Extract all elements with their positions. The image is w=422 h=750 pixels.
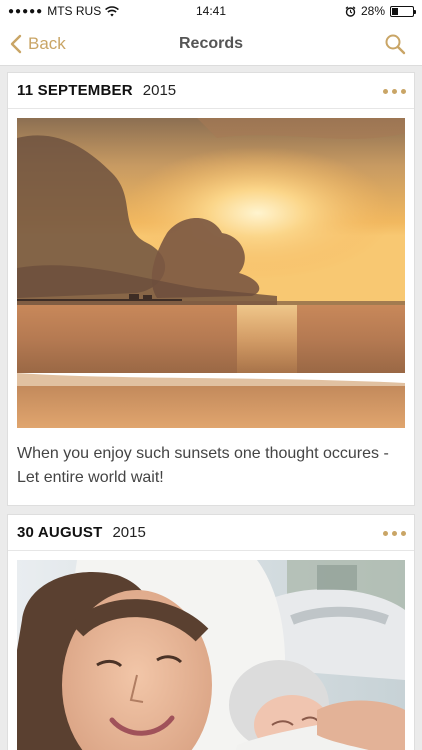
carrier-name: MTS RUS bbox=[47, 4, 102, 18]
dot-icon bbox=[383, 530, 388, 536]
search-icon[interactable] bbox=[384, 33, 406, 55]
battery-fill bbox=[392, 7, 398, 15]
page-title: Records bbox=[178, 34, 244, 52]
status-right: 28% bbox=[345, 4, 416, 18]
mother-newborn-image-graphic bbox=[17, 560, 405, 750]
chevron-left-icon bbox=[10, 34, 22, 54]
dot-icon bbox=[401, 530, 406, 536]
records-feed[interactable]: 11 SEPTEMBER 2015 When you enjoy such su… bbox=[0, 66, 422, 750]
mother-newborn-photo[interactable] bbox=[17, 560, 405, 750]
dot-icon bbox=[392, 88, 397, 94]
back-label: Back bbox=[28, 34, 66, 53]
nav-bar: Back Records bbox=[0, 22, 422, 66]
dot-icon bbox=[383, 88, 388, 94]
record-card[interactable]: 11 SEPTEMBER 2015 When you enjoy such su… bbox=[7, 72, 415, 506]
battery-icon bbox=[390, 5, 416, 17]
record-day: 30 AUGUST bbox=[17, 524, 103, 541]
dot-icon bbox=[392, 530, 397, 536]
more-options-button[interactable] bbox=[383, 85, 406, 97]
signal-dots-icon: ●●●●● bbox=[8, 5, 44, 17]
status-left: ●●●●● MTS RUS bbox=[8, 4, 120, 18]
record-text: When you enjoy such sunsets one thought … bbox=[17, 445, 389, 486]
alarm-icon bbox=[345, 5, 356, 17]
sunset-beach-photo[interactable] bbox=[17, 118, 405, 428]
sunset-image-graphic bbox=[17, 118, 405, 428]
battery-percent: 28% bbox=[360, 4, 385, 18]
record-header: 30 AUGUST 2015 bbox=[8, 515, 414, 551]
dot-icon bbox=[401, 88, 406, 94]
record-year: 2015 bbox=[142, 82, 177, 99]
more-options-button[interactable] bbox=[383, 527, 406, 539]
record-year: 2015 bbox=[112, 524, 146, 541]
status-bar: ●●●●● MTS RUS 14:41 28% bbox=[0, 0, 422, 22]
wifi-icon bbox=[105, 5, 120, 16]
back-button[interactable]: Back bbox=[10, 22, 66, 66]
record-card[interactable]: 30 AUGUST 2015 bbox=[7, 514, 415, 750]
record-day: 11 SEPTEMBER bbox=[17, 82, 133, 99]
record-header: 11 SEPTEMBER 2015 bbox=[8, 73, 414, 109]
